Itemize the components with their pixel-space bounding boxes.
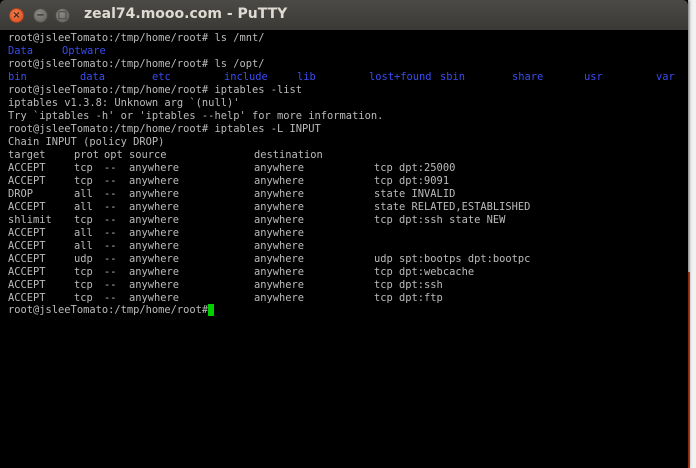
rule-opt: -- [104,201,117,213]
rule-target: ACCEPT [8,279,46,291]
rule-destination: anywhere [254,240,305,252]
directory-entry: lost+found [369,71,432,83]
rule-prot: all [74,188,93,200]
rule-prot: all [74,240,93,252]
rule-destination: anywhere [254,253,305,265]
rule-source: anywhere [129,188,180,200]
terminal-line: root@jsleeTomato:/tmp/home/root# iptable… [8,84,303,96]
terminal-line-mnt-listing: Data Optware [8,45,106,58]
close-icon[interactable]: × [9,8,24,23]
terminal-screen[interactable]: root@jsleeTomato:/tmp/home/root# ls /mnt… [8,32,688,468]
directory-entry: usr [584,71,603,83]
rule-target: ACCEPT [8,253,46,265]
terminal-line-opt-listing: bin data etc include lib lost+found sbin… [8,71,675,84]
terminal-line: Chain INPUT (policy DROP) [8,136,165,148]
rule-prot: tcp [74,175,93,187]
rule-opt: -- [104,214,117,226]
terminal-prompt-line: root@jsleeTomato:/tmp/home/root# [8,304,215,316]
directory-entry: etc [152,71,171,83]
rule-source: anywhere [129,201,180,213]
rule-prot: udp [74,253,93,265]
rule-destination: anywhere [254,227,305,239]
rule-target: ACCEPT [8,266,46,278]
rule-opt: -- [104,188,117,200]
rule-extra: tcp dpt:ssh state NEW [374,214,506,226]
iptables-table-header: target prot opt source destination [8,149,323,162]
rule-opt: -- [104,227,117,239]
rule-destination: anywhere [254,214,305,226]
rule-prot: tcp [74,266,93,278]
rule-extra: tcp dpt:9091 [374,175,450,187]
terminal-line: root@jsleeTomato:/tmp/home/root# ls /opt… [8,58,265,70]
rule-prot: all [74,201,93,213]
rule-extra: tcp dpt:ssh [374,279,443,291]
text-cursor [208,304,214,316]
directory-entry: lib [297,71,316,83]
rule-target: ACCEPT [8,162,46,174]
rule-opt: -- [104,240,117,252]
rule-destination: anywhere [254,266,305,278]
rule-source: anywhere [129,175,180,187]
rule-source: anywhere [129,253,180,265]
rule-target: shlimit [8,214,52,226]
rule-source: anywhere [129,240,180,252]
putty-window: × − □ zeal74.mooo.com - PuTTY root@jslee… [0,0,688,468]
rule-destination: anywhere [254,188,305,200]
terminal-line: root@jsleeTomato:/tmp/home/root# iptable… [8,123,321,135]
rule-extra: tcp dpt:ftp [374,292,443,304]
rule-target: ACCEPT [8,227,46,239]
rule-prot: tcp [74,162,93,174]
directory-entry: var [656,71,675,83]
rule-extra: udp spt:bootps dpt:bootpc [374,253,531,265]
rule-destination: anywhere [254,201,305,213]
rule-destination: anywhere [254,175,305,187]
rule-source: anywhere [129,279,180,291]
rule-extra: tcp dpt:webcache [374,266,475,278]
rule-extra: tcp dpt:25000 [374,162,456,174]
rule-prot: tcp [74,279,93,291]
terminal-line: root@jsleeTomato:/tmp/home/root# ls /mnt… [8,32,265,44]
rule-destination: anywhere [254,162,305,174]
directory-entry: sbin [440,71,466,83]
rule-source: anywhere [129,227,180,239]
rule-target: DROP [8,188,34,200]
rule-opt: -- [104,162,117,174]
terminal-line: Try `iptables -h' or 'iptables --help' f… [8,110,384,122]
rule-target: ACCEPT [8,201,46,213]
column-header-prot: prot [74,149,100,161]
window-title: zeal74.mooo.com - PuTTY [84,6,288,22]
directory-entry: include [224,71,268,83]
rule-source: anywhere [129,266,180,278]
rule-destination: anywhere [254,292,305,304]
rule-source: anywhere [129,162,180,174]
column-header-opt: opt [104,149,123,161]
directory-entry: data [80,71,106,83]
title-bar[interactable]: × − □ zeal74.mooo.com - PuTTY [0,0,688,30]
column-header-target: target [8,149,46,161]
directory-entry: bin [8,71,27,83]
directory-entry: Optware [62,45,106,57]
rule-prot: all [74,227,93,239]
minimize-icon[interactable]: − [33,8,48,23]
rule-target: ACCEPT [8,240,46,252]
rule-target: ACCEPT [8,175,46,187]
rule-opt: -- [104,175,117,187]
directory-entry: share [512,71,544,83]
rule-destination: anywhere [254,279,305,291]
rule-opt: -- [104,253,117,265]
rule-extra: state INVALID [374,188,456,200]
rule-extra: state RELATED,ESTABLISHED [374,201,531,213]
rule-opt: -- [104,279,117,291]
rule-opt: -- [104,266,117,278]
maximize-icon[interactable]: □ [55,8,70,23]
terminal-line: iptables v1.3.8: Unknown arg `(null)' [8,97,240,109]
rule-source: anywhere [129,214,180,226]
directory-entry: Data [8,45,34,57]
column-header-destination: destination [254,149,323,161]
column-header-source: source [129,149,167,161]
rule-prot: tcp [74,214,93,226]
